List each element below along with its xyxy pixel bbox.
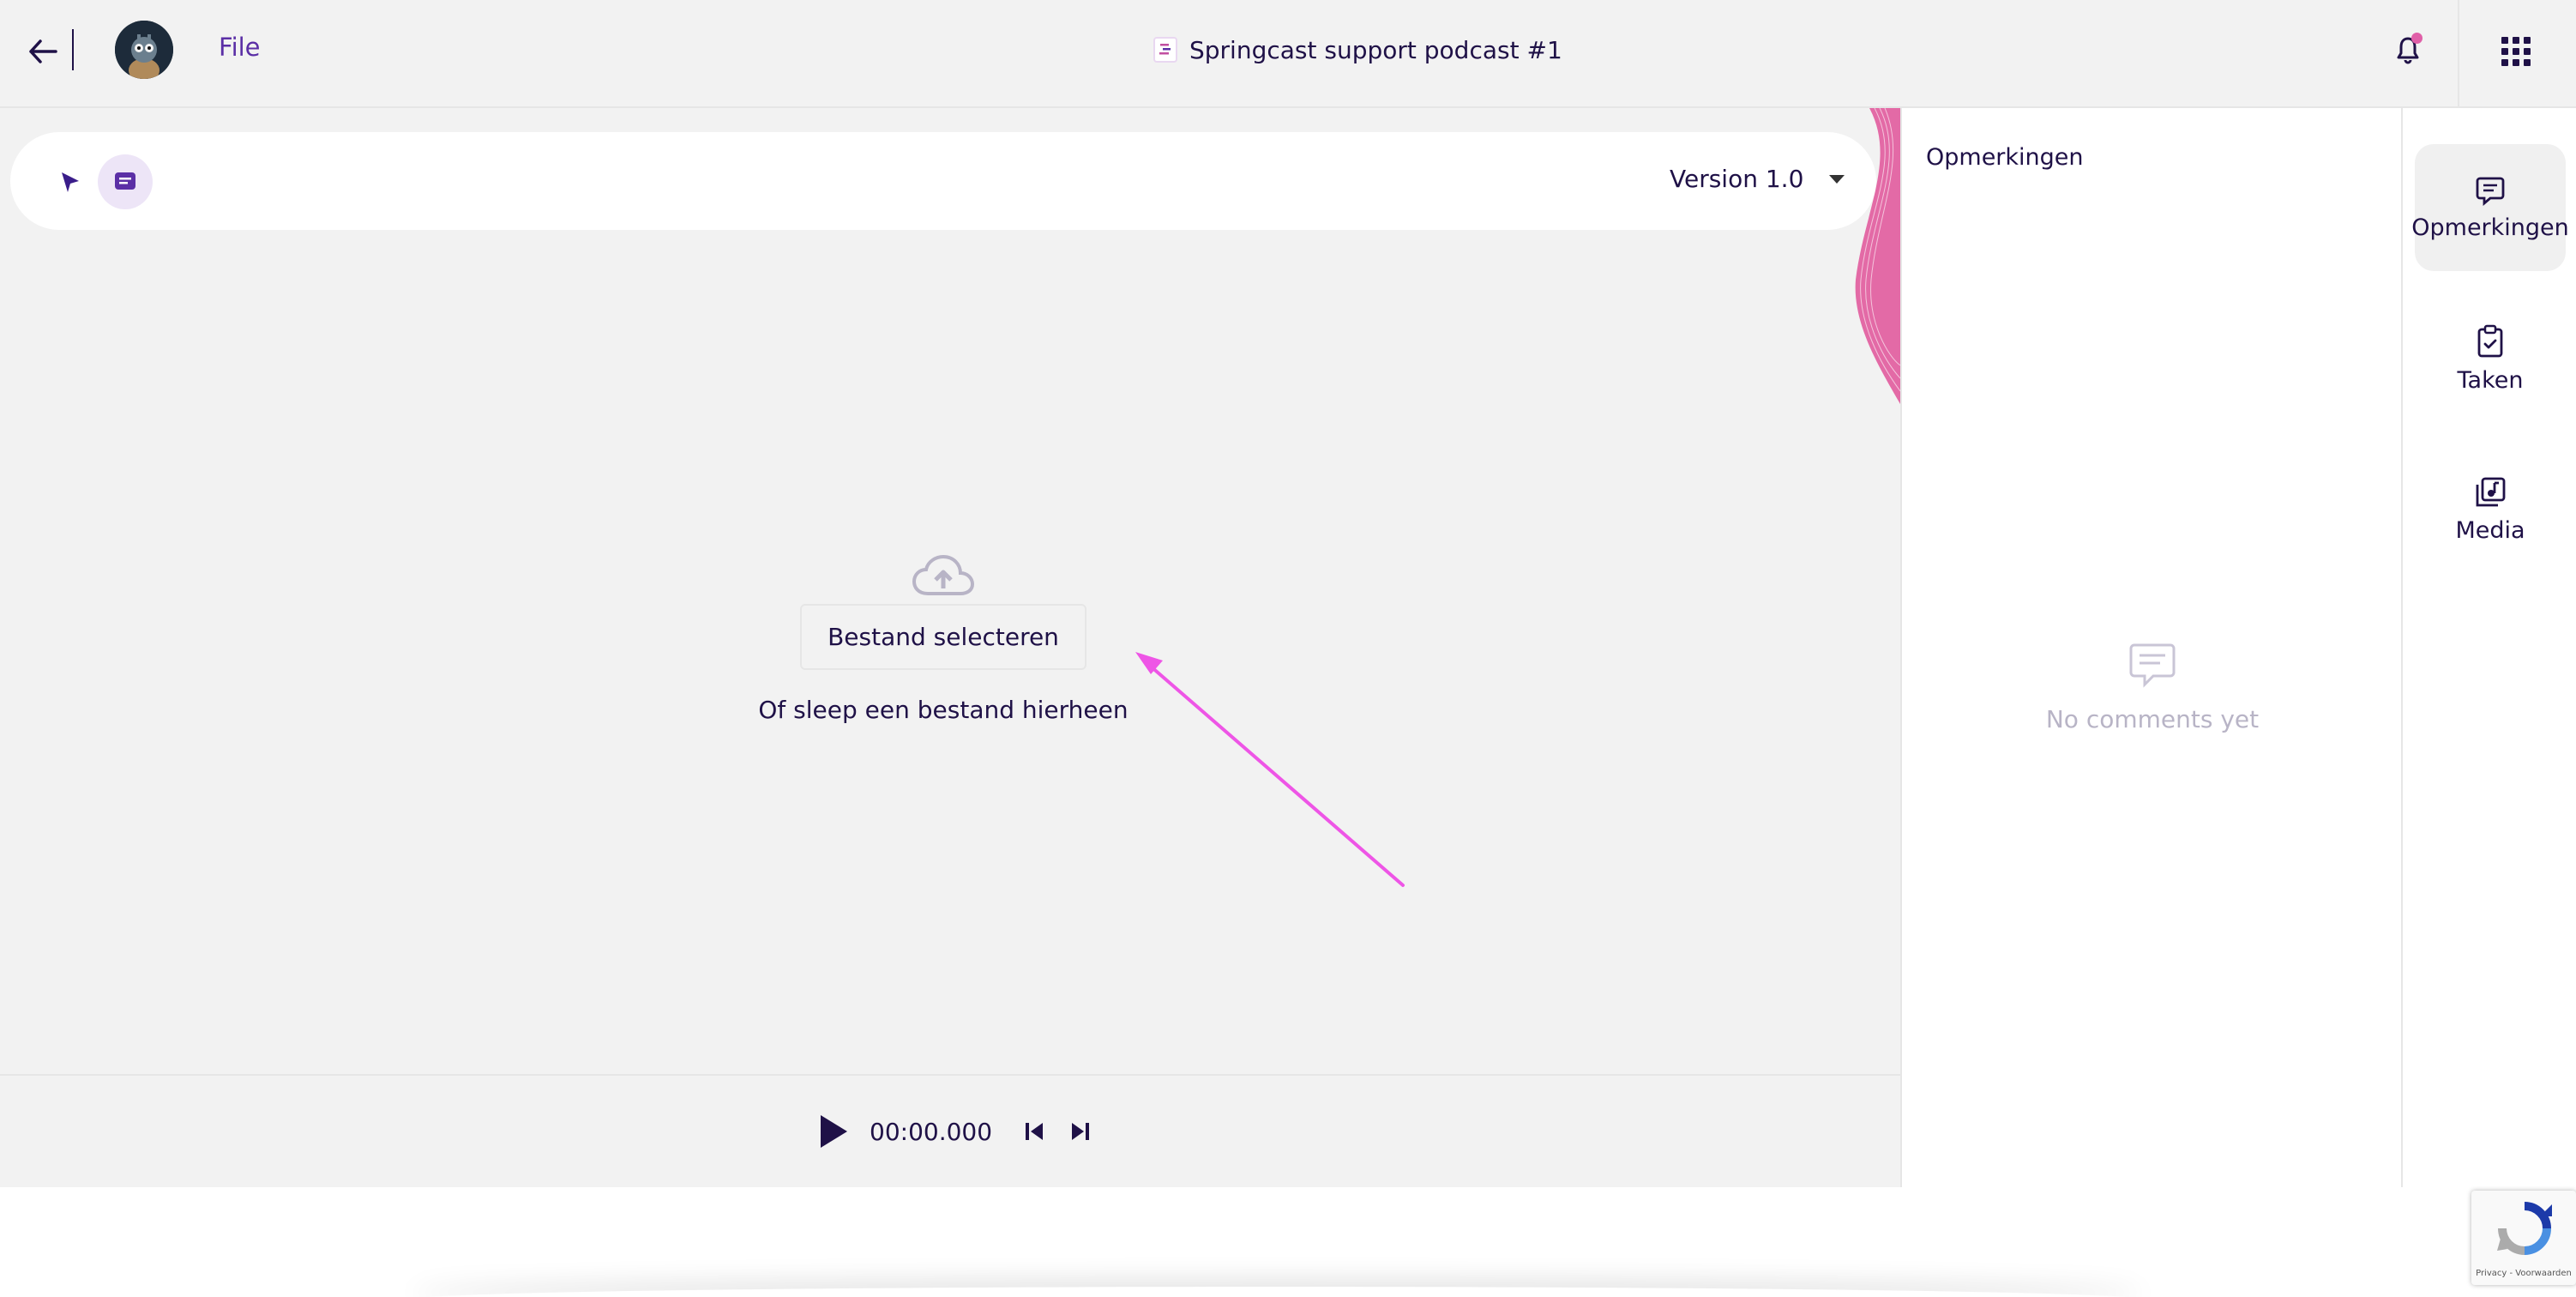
notification-bell-icon[interactable] — [2389, 31, 2427, 69]
rail-item-taken[interactable]: Taken — [2415, 295, 2566, 422]
cloud-upload-icon — [912, 554, 975, 595]
playback-time: 00:00.000 — [870, 1117, 993, 1146]
rail-item-media[interactable]: Media — [2415, 446, 2566, 573]
project-title: Springcast support podcast #1 — [1153, 33, 1562, 67]
rail-label: Opmerkingen — [2411, 214, 2569, 241]
side-rail: Opmerkingen Taken Media — [2401, 108, 2576, 1187]
rail-label: Taken — [2457, 366, 2524, 394]
comments-panel: Opmerkingen No comments yet — [1900, 108, 2401, 1187]
drop-hint-text: Of sleep een bestand hierheen — [758, 696, 1129, 724]
recaptcha-icon — [2497, 1202, 2552, 1255]
upload-dropzone[interactable]: Bestand selecteren Of sleep een bestand … — [755, 554, 1132, 724]
comment-tool-icon[interactable] — [98, 154, 153, 209]
avatar[interactable] — [115, 21, 173, 79]
divider — [2458, 0, 2459, 108]
media-player: 00:00.000 — [815, 1110, 1095, 1153]
media-library-icon — [2476, 477, 2506, 506]
version-label: Version 1.0 — [1670, 165, 1804, 193]
divider — [0, 1074, 1900, 1076]
file-menu-link[interactable]: File — [219, 33, 261, 62]
page-footer — [0, 1187, 2576, 1297]
top-bar: File Springcast support podcast #1 — [0, 0, 2576, 108]
divider — [72, 29, 74, 70]
recaptcha-links[interactable]: Privacy - Voorwaarden — [2471, 1269, 2576, 1278]
rail-item-opmerkingen[interactable]: Opmerkingen — [2411, 144, 2569, 271]
play-icon[interactable] — [815, 1113, 852, 1150]
skip-forward-icon[interactable] — [1066, 1117, 1095, 1146]
pointer-tool-icon[interactable] — [51, 163, 89, 201]
comments-empty-state: No comments yet — [1902, 640, 2403, 733]
clipboard-icon — [2477, 324, 2503, 357]
annotation-toolbar: Version 1.0 — [10, 132, 1876, 230]
project-title-text: Springcast support podcast #1 — [1189, 35, 1562, 64]
comment-icon — [2476, 177, 2505, 206]
project-logo-icon — [1153, 37, 1177, 63]
version-dropdown[interactable]: Version 1.0 — [1670, 165, 1845, 193]
rail-label: Media — [2455, 516, 2525, 544]
recaptcha-badge[interactable]: Privacy - Voorwaarden — [2471, 1191, 2576, 1285]
comments-panel-title: Opmerkingen — [1926, 144, 2084, 171]
apps-grid-icon[interactable] — [2499, 34, 2533, 69]
back-arrow-icon[interactable] — [24, 33, 62, 70]
no-comments-text: No comments yet — [2045, 705, 2260, 733]
editor-area: Version 1.0 Bestand selecteren Of sleep … — [0, 108, 1900, 1187]
notification-dot — [2411, 33, 2423, 44]
annotation-arrow — [1135, 652, 1405, 887]
select-file-button[interactable]: Bestand selecteren — [800, 604, 1086, 670]
comment-icon — [2129, 643, 2176, 688]
skip-back-icon[interactable] — [1020, 1117, 1049, 1146]
chevron-down-icon — [1829, 174, 1845, 184]
